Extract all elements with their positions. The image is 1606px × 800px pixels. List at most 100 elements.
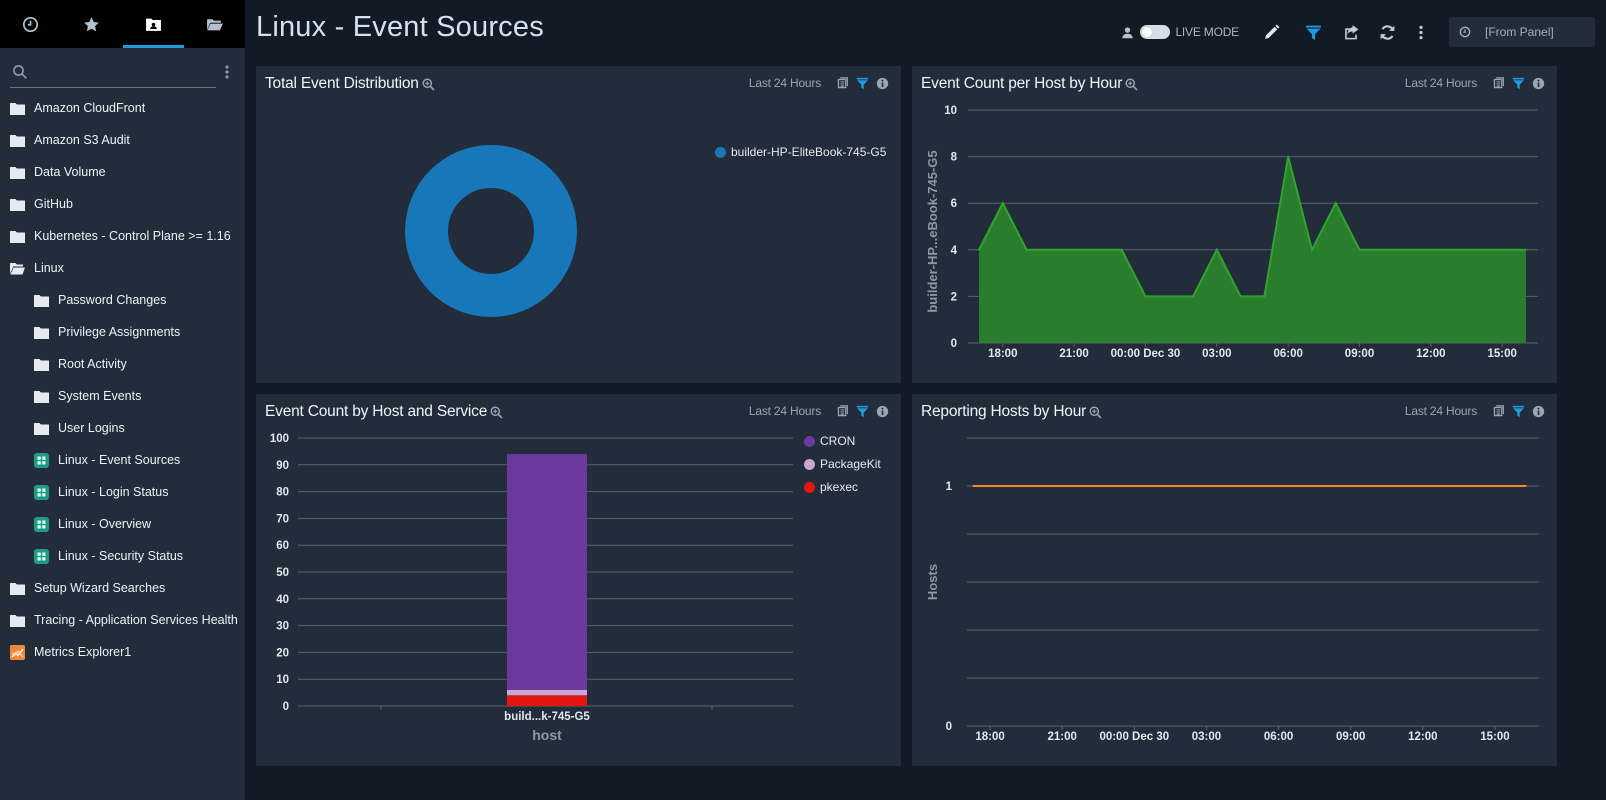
data-point[interactable] [1525, 248, 1527, 251]
y-tick-label: 20 [276, 647, 289, 659]
sidebar-item-linux-security-status[interactable]: Linux - Security Status [0, 540, 245, 572]
sidebar-item-user-logins[interactable]: User Logins [0, 412, 245, 444]
data-point[interactable] [1120, 248, 1123, 251]
sidebar-item-linux-event-sources[interactable]: Linux - Event Sources [0, 444, 245, 476]
bar-segment-cron[interactable] [507, 454, 587, 690]
donut-slice[interactable] [405, 144, 577, 318]
sidebar-item-amazon-cloudfront[interactable]: Amazon CloudFront [0, 92, 245, 124]
data-point[interactable] [1287, 155, 1290, 158]
y-tick-label: 6 [951, 198, 957, 210]
sidebar-item-kubernetes-control-plane-1-16[interactable]: Kubernetes - Control Plane >= 1.16 [0, 220, 245, 252]
tab-library[interactable] [184, 0, 245, 48]
sidebar-item-label: Kubernetes - Control Plane >= 1.16 [34, 229, 231, 243]
data-point[interactable] [1025, 248, 1028, 251]
sidebar-item-tracing-application-services-health[interactable]: Tracing - Application Services Health [0, 604, 245, 636]
data-point[interactable] [1358, 248, 1361, 251]
legend-item[interactable]: builder-HP-EliteBook-745-G5 [715, 145, 886, 159]
data-point[interactable] [1092, 485, 1095, 487]
sidebar-item-github[interactable]: GitHub [0, 188, 245, 220]
data-point[interactable] [1477, 248, 1480, 251]
legend-item-packagekit[interactable]: PackageKit [804, 457, 881, 471]
data-point[interactable] [1501, 248, 1504, 251]
data-point[interactable] [1001, 202, 1004, 205]
data-point[interactable] [1236, 485, 1239, 487]
data-point[interactable] [1263, 295, 1266, 298]
x-tick-label: 21:00 [1059, 348, 1088, 360]
bar-segment-pkexec[interactable] [507, 695, 587, 706]
sidebar-item-linux-login-status[interactable]: Linux - Login Status [0, 476, 245, 508]
legend-label: pkexec [820, 480, 859, 494]
sidebar-item-password-changes[interactable]: Password Changes [0, 284, 245, 316]
share-button[interactable] [1341, 22, 1361, 42]
edit-button[interactable] [1261, 22, 1281, 42]
sidebar-item-root-activity[interactable]: Root Activity [0, 348, 245, 380]
sidebar-more-button[interactable] [220, 62, 234, 82]
sidebar-item-privilege-assignments[interactable]: Privilege Assignments [0, 316, 245, 348]
bar-segment-packagekit[interactable] [507, 689, 587, 696]
sidebar-item-system-events[interactable]: System Events [0, 380, 245, 412]
data-point[interactable] [1429, 485, 1431, 487]
legend-item-pkexec[interactable]: pkexec [804, 480, 858, 494]
data-point[interactable] [1096, 248, 1099, 251]
data-point[interactable] [1212, 485, 1215, 487]
data-point[interactable] [1380, 485, 1383, 487]
data-point[interactable] [1260, 485, 1263, 487]
stacked-bar-chart: 0 10 20 30 40 50 60 70 80 90 100 build...k-745-G5 ho… [270, 433, 793, 743]
data-point[interactable] [1239, 295, 1242, 298]
data-point[interactable] [978, 248, 980, 251]
data-point[interactable] [1453, 248, 1456, 251]
tab-personal[interactable] [122, 0, 185, 48]
data-point[interactable] [1332, 485, 1335, 487]
sidebar-item-data-volume[interactable]: Data Volume [0, 156, 245, 188]
sidebar-item-linux-overview[interactable]: Linux - Overview [0, 508, 245, 540]
tab-recent[interactable] [0, 0, 61, 48]
tab-favorites[interactable] [61, 0, 122, 48]
y-tick-label: 50 [276, 567, 289, 579]
data-point[interactable] [1073, 248, 1076, 251]
data-point[interactable] [1020, 485, 1022, 487]
data-point[interactable] [1188, 485, 1191, 487]
data-point[interactable] [1049, 248, 1052, 251]
data-point[interactable] [1477, 485, 1479, 487]
kebab-menu-icon [225, 65, 229, 79]
data-point[interactable] [1144, 295, 1147, 298]
sidebar-item-label: Amazon S3 Audit [34, 133, 130, 147]
time-range-picker[interactable]: [From Panel] [1449, 17, 1595, 47]
data-point[interactable] [972, 485, 974, 487]
refresh-button[interactable] [1377, 22, 1397, 42]
data-point[interactable] [1140, 485, 1143, 487]
data-point[interactable] [1501, 485, 1503, 487]
data-point[interactable] [1429, 248, 1432, 251]
data-point[interactable] [996, 485, 998, 487]
folder-open-icon [206, 18, 223, 30]
data-point[interactable] [1068, 485, 1070, 487]
sidebar-item-linux[interactable]: Linux [0, 252, 245, 284]
filter-button[interactable] [1303, 22, 1323, 42]
data-point[interactable] [1406, 248, 1409, 251]
data-point[interactable] [1525, 485, 1527, 487]
legend-item-cron[interactable]: CRON [804, 434, 855, 448]
data-point[interactable] [1168, 295, 1171, 298]
sidebar-item-metrics-explorer1[interactable]: Metrics Explorer1 [0, 636, 245, 668]
data-point[interactable] [1310, 248, 1313, 251]
x-tick-label: 15:00 [1488, 348, 1517, 360]
data-point[interactable] [1404, 485, 1407, 487]
x-tick-label: 18:00 [975, 731, 1004, 743]
sidebar-item-setup-wizard-searches[interactable]: Setup Wizard Searches [0, 572, 245, 604]
data-point[interactable] [1284, 485, 1287, 487]
data-point[interactable] [1116, 485, 1119, 487]
sidebar-search-input[interactable] [36, 64, 216, 79]
data-point[interactable] [1215, 248, 1218, 251]
more-options-button[interactable] [1415, 22, 1427, 42]
data-point[interactable] [1164, 485, 1167, 487]
data-point[interactable] [1334, 202, 1337, 205]
data-point[interactable] [1308, 485, 1311, 487]
data-point[interactable] [1044, 485, 1046, 487]
legend-swatch [804, 481, 815, 493]
data-point[interactable] [1453, 485, 1455, 487]
data-point[interactable] [1382, 248, 1385, 251]
sidebar-item-amazon-s3-audit[interactable]: Amazon S3 Audit [0, 124, 245, 156]
data-point[interactable] [1356, 485, 1359, 487]
data-point[interactable] [1192, 295, 1195, 298]
live-mode-toggle[interactable] [1140, 25, 1171, 39]
